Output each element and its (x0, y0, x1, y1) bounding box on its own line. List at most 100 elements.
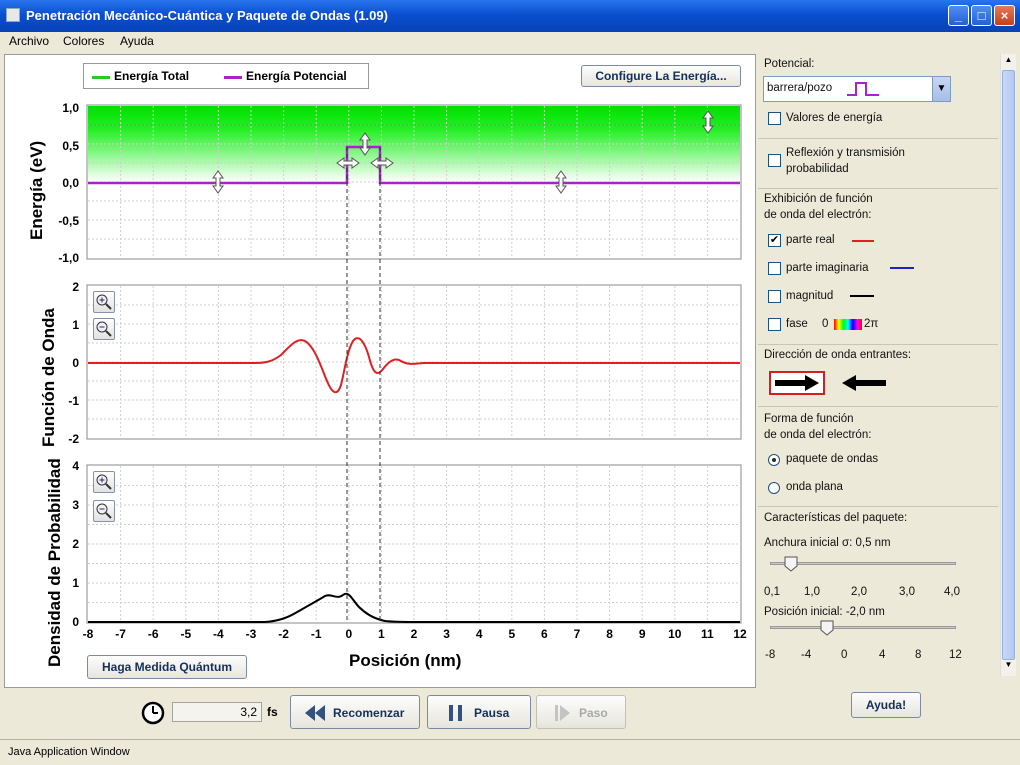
packet-props-heading: Características del paquete: (764, 512, 908, 524)
step-button[interactable]: Paso (536, 695, 626, 729)
energy-values-checkbox[interactable] (768, 112, 781, 125)
magnitude-label: magnitud (786, 290, 834, 302)
width-slider-label: Anchura inicial σ: 0,5 nm (764, 537, 891, 549)
prob-zoom-out-icon[interactable] (93, 500, 115, 522)
plane-wave-radio[interactable] (768, 482, 780, 494)
simulation-panel: Energía Total Energía Potencial Configur… (4, 54, 756, 688)
menu-archivo[interactable]: Archivo (9, 34, 49, 48)
x-tick-label: 6 (541, 627, 548, 641)
position-tick: -8 (765, 649, 776, 661)
scroll-down-icon[interactable]: ▼ (1002, 660, 1015, 674)
x-tick-label: -2 (278, 627, 289, 641)
x-tick-label: 8 (606, 627, 613, 641)
plots-svg (86, 104, 742, 624)
display-heading-2: de onda del electrón: (764, 209, 872, 221)
magnitude-checkbox[interactable] (768, 290, 781, 303)
phase-label: fase (786, 318, 808, 330)
potential-select[interactable]: barrera/pozo ▼ (763, 76, 951, 102)
x-tick-label: 3 (443, 627, 450, 641)
position-slider-thumb[interactable] (820, 620, 834, 636)
form-heading-1: Forma de función (764, 413, 854, 425)
right-panel-scrollbar[interactable]: ▲ ▼ (1000, 54, 1016, 676)
phase-checkbox[interactable] (768, 318, 781, 331)
wave-packet-label: paquete de ondas (786, 453, 879, 465)
menu-colores[interactable]: Colores (63, 34, 104, 48)
scroll-up-icon[interactable]: ▲ (1002, 55, 1015, 69)
menu-bar: Archivo Colores Ayuda (0, 32, 1020, 52)
position-tick: 4 (879, 649, 886, 661)
wave-zoom-out-icon[interactable] (93, 318, 115, 340)
x-tick-label: 2 (410, 627, 418, 641)
x-tick-label: 12 (733, 627, 747, 641)
time-unit: fs (267, 705, 278, 719)
direction-label: Dirección de onda entrantes: (764, 349, 912, 361)
x-tick-label: -3 (245, 627, 257, 641)
reflection-label-1: Reflexión y transmisión (786, 147, 905, 159)
form-heading-2: de onda del electrón: (764, 429, 872, 441)
x-tick-label: 5 (508, 627, 516, 641)
quantum-measure-button[interactable]: Haga Medida Quántum (87, 655, 247, 679)
control-panel: Potencial: barrera/pozo ▼ Valores de ene… (758, 54, 1000, 674)
help-button[interactable]: Ayuda! (851, 692, 921, 718)
phase-zero-label: 0 (822, 318, 829, 330)
imag-part-label: parte imaginaria (786, 262, 869, 274)
width-slider-thumb[interactable] (784, 556, 798, 572)
width-tick: 1,0 (804, 586, 820, 598)
real-part-label: parte real (786, 234, 835, 246)
x-tick-label: -4 (213, 627, 224, 641)
position-tick: 12 (949, 649, 962, 661)
barrier-shape-icon (847, 82, 879, 96)
magnitude-swatch (850, 295, 874, 297)
step-icon (555, 705, 570, 721)
energy-values-label: Valores de energía (786, 112, 883, 124)
width-tick: 0,1 (764, 586, 780, 598)
arrow-right-icon (775, 375, 819, 391)
position-tick: 8 (915, 649, 922, 661)
pause-button[interactable]: Pausa (427, 695, 531, 729)
display-heading-1: Exhibición de función (764, 193, 873, 205)
position-slider-label: Posición inicial: -2,0 nm (764, 606, 885, 618)
dropdown-arrow-icon[interactable]: ▼ (932, 77, 950, 101)
restart-label: Recomenzar (333, 706, 405, 720)
minimize-icon[interactable]: _ (948, 5, 969, 26)
clock-icon (140, 700, 166, 726)
time-display: 3,2 (172, 702, 262, 722)
wave-packet-radio[interactable] (768, 454, 780, 466)
x-axis-label: Posición (nm) (349, 651, 462, 670)
x-tick-label: -6 (147, 627, 159, 641)
prob-zoom-in-icon[interactable] (93, 471, 115, 493)
plane-wave-label: onda plana (786, 481, 843, 493)
x-tick-label: 7 (573, 627, 581, 641)
step-label: Paso (579, 706, 608, 720)
rewind-icon (305, 705, 325, 721)
reflection-checkbox[interactable] (768, 154, 781, 167)
pause-icon (449, 705, 462, 721)
position-slider-track[interactable] (770, 626, 956, 629)
x-tick-label: 4 (475, 627, 483, 641)
close-icon[interactable]: × (994, 5, 1015, 26)
position-tick: 0 (841, 649, 848, 661)
width-tick: 2,0 (851, 586, 867, 598)
x-tick-label: -8 (82, 627, 94, 641)
restart-button[interactable]: Recomenzar (290, 695, 420, 729)
x-tick-label: -1 (310, 627, 322, 641)
imag-part-swatch (890, 267, 914, 269)
real-part-checkbox[interactable]: ✔ (768, 234, 781, 247)
imag-part-checkbox[interactable] (768, 262, 781, 275)
menu-ayuda[interactable]: Ayuda (120, 34, 154, 48)
arrow-left-icon (842, 375, 886, 391)
direction-left-button[interactable] (838, 373, 892, 395)
x-tick-label: 10 (668, 627, 682, 641)
title-bar: Penetración Mecánico-Cuántica y Paquete … (0, 0, 1020, 32)
wave-zoom-in-icon[interactable] (93, 291, 115, 313)
direction-right-button[interactable] (769, 371, 825, 395)
reflection-label-2: probabilidad (786, 163, 849, 175)
maximize-icon[interactable]: □ (971, 5, 992, 26)
phase-color-bar (834, 319, 862, 330)
width-tick: 3,0 (899, 586, 915, 598)
position-tick: -4 (801, 649, 812, 661)
x-tick-label: -5 (180, 627, 192, 641)
scroll-thumb[interactable] (1002, 70, 1015, 660)
status-bar: Java Application Window (0, 739, 1020, 765)
potential-selected: barrera/pozo (767, 82, 833, 94)
